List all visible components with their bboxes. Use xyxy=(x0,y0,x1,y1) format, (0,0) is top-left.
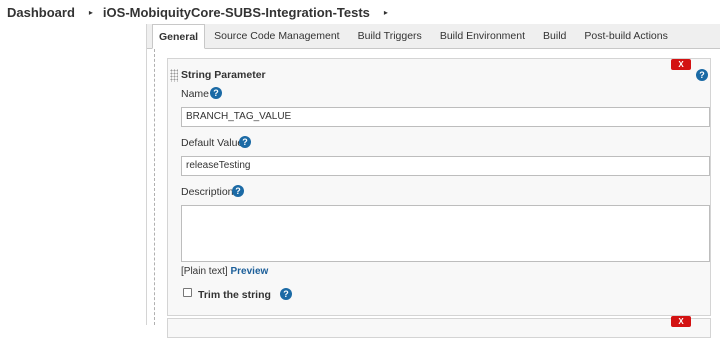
tab-general[interactable]: General xyxy=(152,24,206,49)
markup-format-label: [Plain text] xyxy=(181,266,228,277)
tab-build[interactable]: Build xyxy=(534,24,575,48)
delete-next-parameter-button[interactable]: X xyxy=(671,316,691,327)
delete-parameter-button[interactable]: X xyxy=(671,59,691,70)
name-field[interactable]: BRANCH_TAG_VALUE xyxy=(181,107,710,127)
description-label: Description xyxy=(181,186,234,198)
tab-source-code-management[interactable]: Source Code Management xyxy=(205,24,349,48)
default-value-label: Default Value xyxy=(181,137,244,149)
default-value-help-icon[interactable]: ? xyxy=(239,136,251,148)
breadcrumb: Dashboard ▸ iOS-MobiquityCore-SUBS-Integ… xyxy=(0,0,720,24)
tab-post-build-actions[interactable]: Post-build Actions xyxy=(575,24,676,48)
section-rail xyxy=(154,49,155,325)
next-parameter-block: X xyxy=(167,316,711,338)
side-panel xyxy=(0,24,146,325)
breadcrumb-separator-icon[interactable]: ▸ xyxy=(384,8,388,17)
description-textarea[interactable] xyxy=(181,205,710,262)
tab-build-triggers[interactable]: Build Triggers xyxy=(349,24,431,48)
name-help-icon[interactable]: ? xyxy=(210,87,222,99)
breadcrumb-separator-icon[interactable]: ▸ xyxy=(89,8,93,17)
string-parameter-block: X ? String Parameter Name ? BRANCH_TAG_V… xyxy=(167,58,711,316)
default-value-field[interactable]: releaseTesting xyxy=(181,156,710,176)
parameter-type-title: String Parameter xyxy=(181,69,266,81)
config-panel: General Source Code Management Build Tri… xyxy=(146,24,720,338)
config-tabs: General Source Code Management Build Tri… xyxy=(147,24,720,49)
drag-handle-icon[interactable] xyxy=(170,69,178,82)
breadcrumb-job[interactable]: iOS-MobiquityCore-SUBS-Integration-Tests xyxy=(103,5,370,20)
preview-link[interactable]: Preview xyxy=(230,266,268,277)
trim-label: Trim the string xyxy=(198,289,271,301)
name-label: Name xyxy=(181,88,210,100)
trim-help-icon[interactable]: ? xyxy=(280,288,292,300)
breadcrumb-dashboard[interactable]: Dashboard xyxy=(7,5,75,20)
tab-build-environment[interactable]: Build Environment xyxy=(431,24,534,48)
markup-hint: [Plain text] Preview xyxy=(181,266,268,277)
description-help-icon[interactable]: ? xyxy=(232,185,244,197)
help-icon[interactable]: ? xyxy=(696,69,708,81)
trim-checkbox[interactable] xyxy=(183,288,192,297)
